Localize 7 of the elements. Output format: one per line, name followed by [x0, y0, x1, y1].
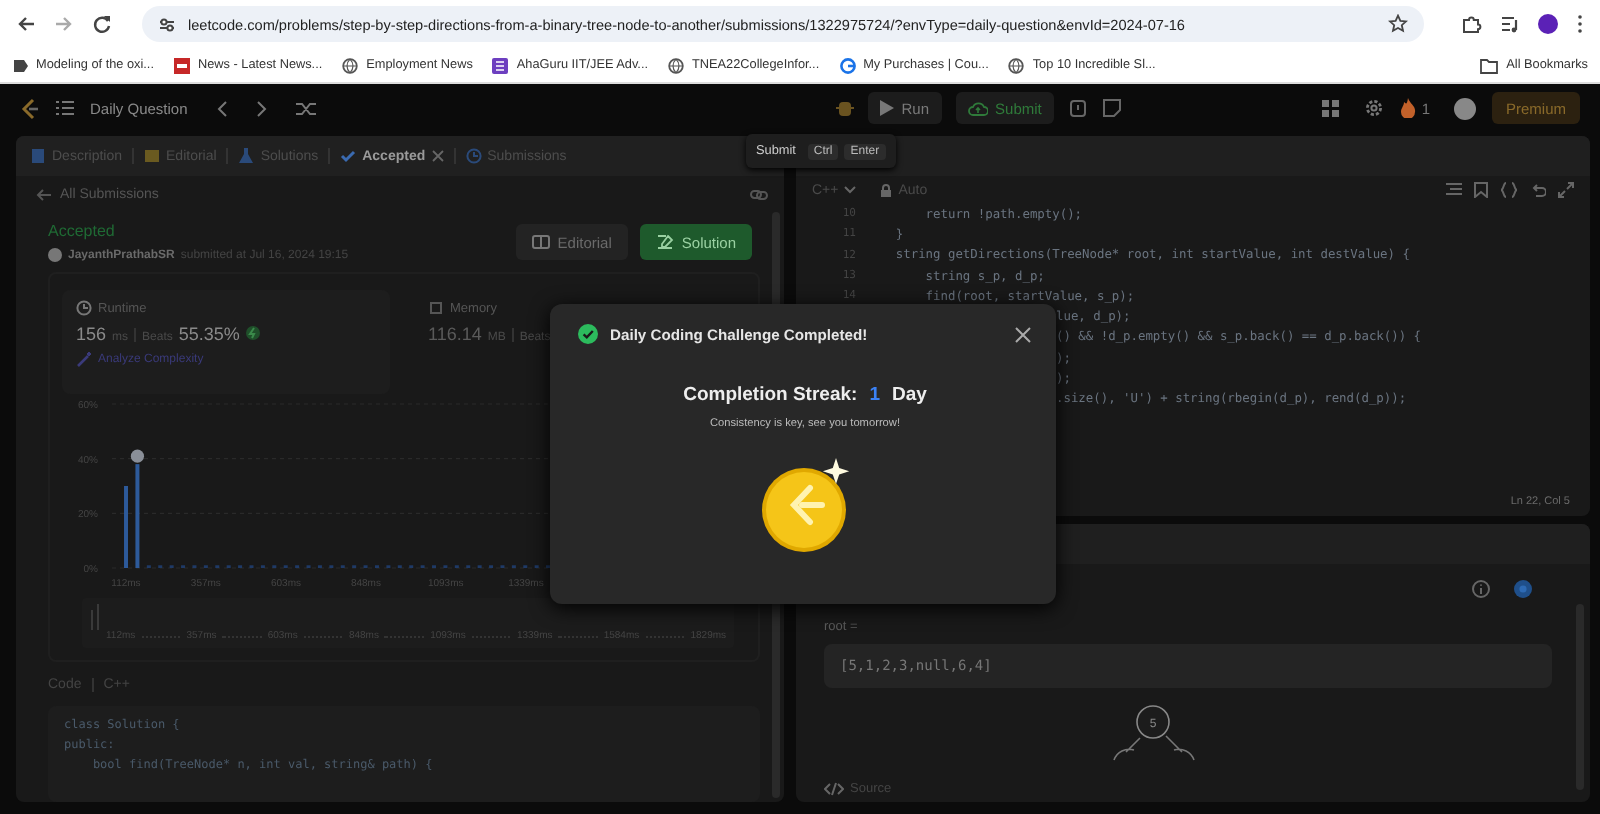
streak-label: Completion Streak:: [683, 384, 858, 406]
streak-count: 1: [869, 384, 880, 406]
streak-unit: Day: [891, 384, 927, 406]
beats-percent: 55.35%: [178, 324, 240, 344]
runtime-value: 156: [76, 324, 107, 344]
memory-value: 116.14: [428, 324, 482, 344]
submission-status: Accepted: [48, 222, 117, 240]
